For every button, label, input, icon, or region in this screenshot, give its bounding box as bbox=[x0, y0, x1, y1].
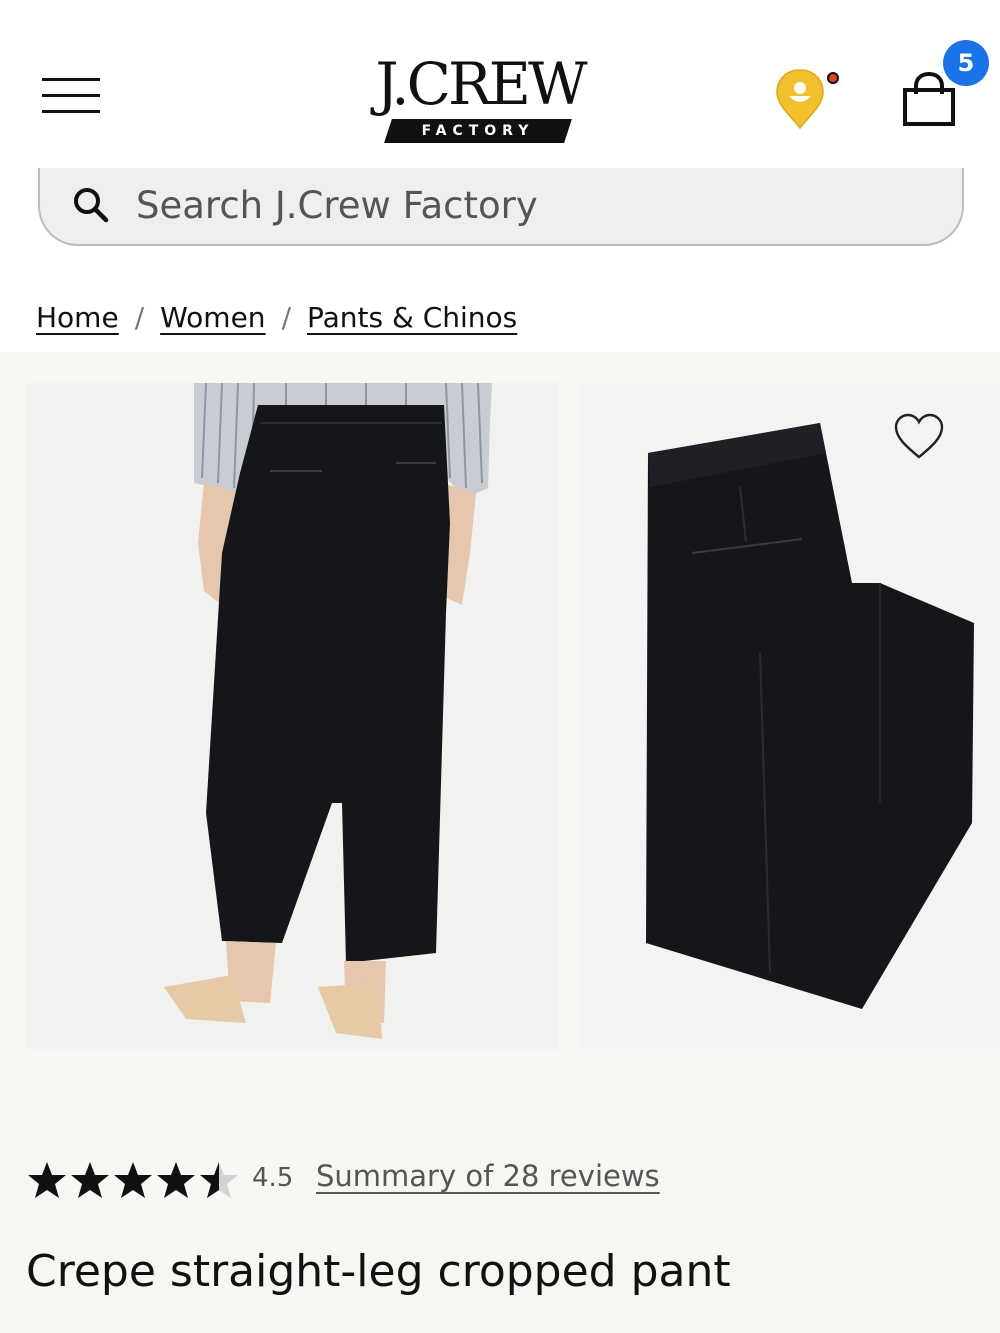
brand-logo[interactable]: J.CREW FACTORY bbox=[350, 52, 610, 147]
breadcrumb-pants-chinos[interactable]: Pants & Chinos bbox=[307, 301, 517, 334]
search-input[interactable] bbox=[136, 178, 916, 232]
reviews-summary-link[interactable]: Summary of 28 reviews bbox=[316, 1156, 660, 1196]
breadcrumb-women[interactable]: Women bbox=[160, 301, 265, 334]
star-half bbox=[200, 1162, 238, 1198]
breadcrumb-separator: / bbox=[281, 301, 291, 334]
breadcrumb-separator: / bbox=[134, 301, 145, 334]
heart-icon[interactable] bbox=[893, 413, 945, 461]
menu-line bbox=[42, 94, 100, 97]
product-image-model-back[interactable] bbox=[26, 383, 559, 1049]
logo-wordmark: J.CREW bbox=[375, 50, 587, 118]
star-full bbox=[28, 1162, 66, 1198]
logo-subtext: FACTORY bbox=[421, 123, 535, 139]
search-icon[interactable] bbox=[70, 184, 112, 226]
product-image-folded-pant[interactable] bbox=[580, 383, 1000, 1049]
rating-value: 4.5 bbox=[252, 1163, 294, 1193]
star-rating-icon bbox=[28, 1162, 238, 1198]
notification-dot bbox=[827, 72, 839, 84]
product-title: Crepe straight-leg cropped pant bbox=[26, 1246, 731, 1297]
rewards-face-icon[interactable] bbox=[775, 68, 847, 130]
star-full bbox=[71, 1162, 109, 1198]
model-photo-graphic bbox=[26, 383, 559, 1049]
star-full bbox=[157, 1162, 195, 1198]
cart-count-badge[interactable]: 5 bbox=[943, 40, 989, 86]
folded-pant-graphic bbox=[580, 383, 1000, 1049]
star-full bbox=[114, 1162, 152, 1198]
menu-line bbox=[42, 110, 100, 113]
breadcrumb: Home / Women / Pants & Chinos bbox=[36, 295, 517, 341]
site-header: J.CREW FACTORY 5 bbox=[0, 0, 1000, 165]
breadcrumb-home[interactable]: Home bbox=[36, 301, 119, 334]
menu-line bbox=[42, 78, 100, 81]
hamburger-menu-icon[interactable] bbox=[42, 78, 100, 114]
